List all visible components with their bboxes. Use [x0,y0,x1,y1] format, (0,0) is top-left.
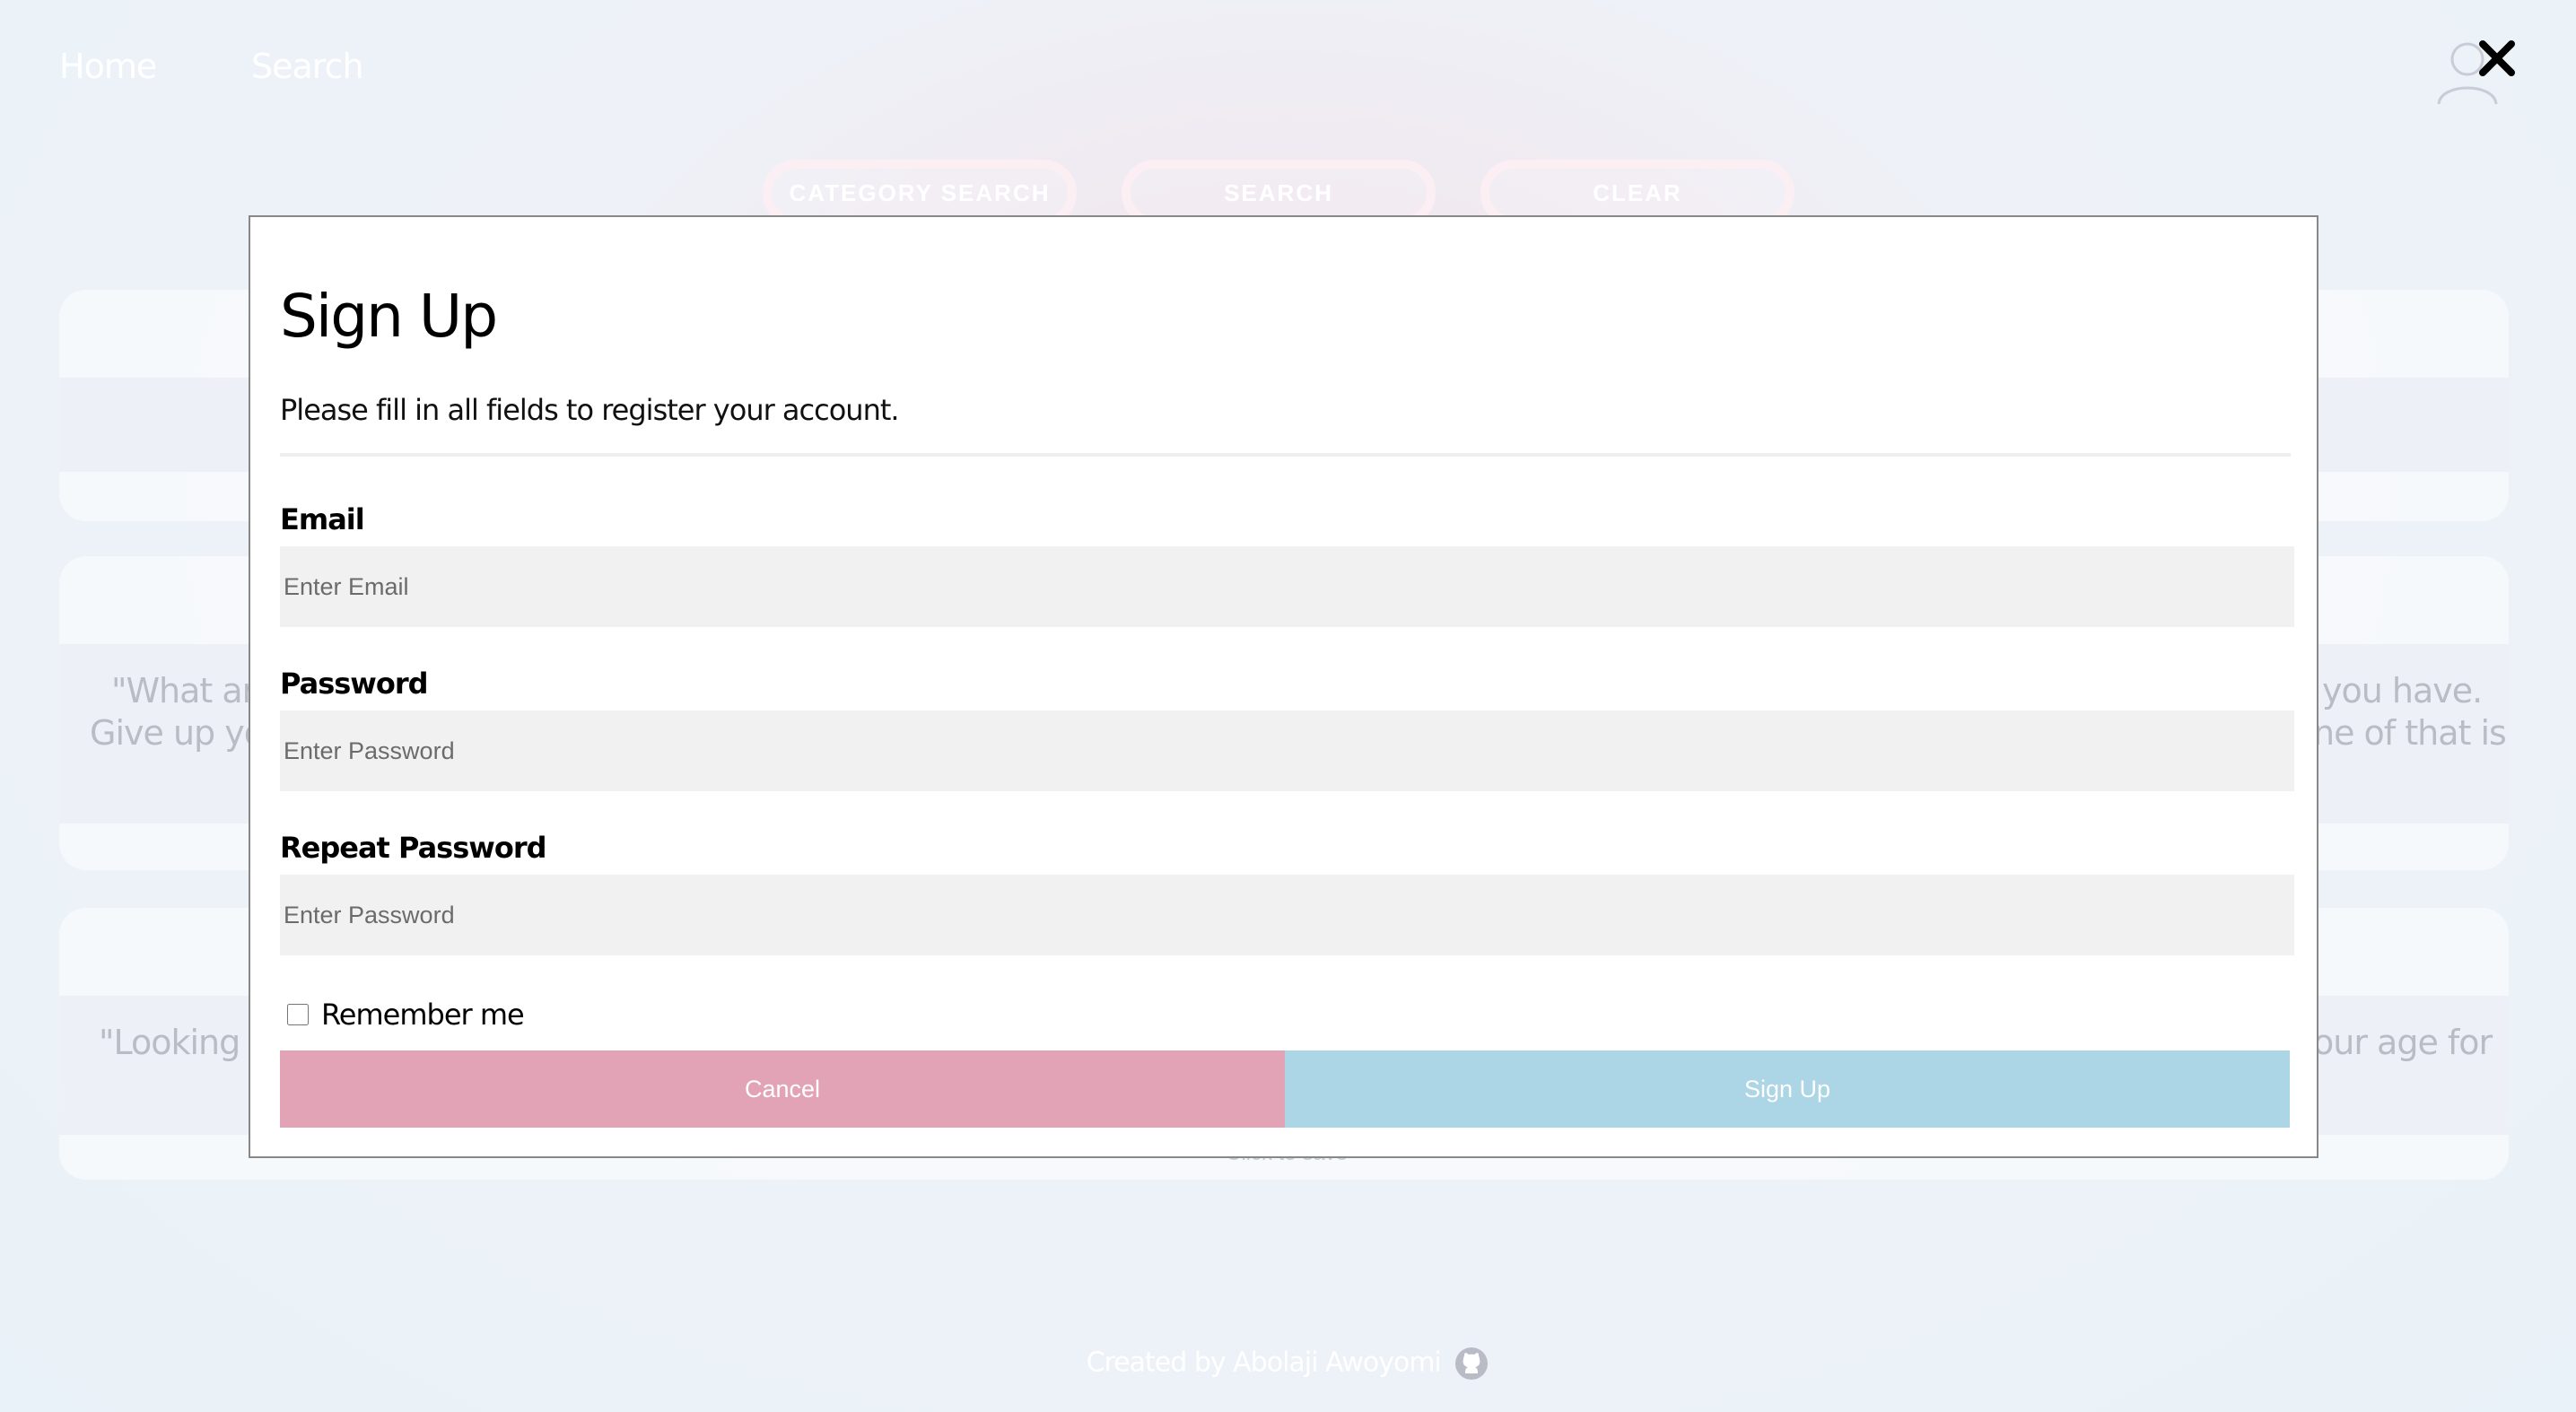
github-icon[interactable] [1454,1346,1489,1381]
repeat-password-field[interactable] [280,875,2294,955]
divider [280,453,2291,457]
top-nav: Home Search [0,0,2576,135]
footer: Created by Abolaji Awoyomi [0,1346,2576,1381]
cancel-button[interactable]: Cancel [280,1050,1285,1128]
password-label: Password [280,667,429,701]
footer-credit: Created by Abolaji Awoyomi [1086,1347,1442,1379]
repeat-password-label: Repeat Password [280,831,546,865]
signup-modal: Sign Up Please fill in all fields to reg… [249,215,2318,1158]
nav-search-link[interactable]: Search [251,47,364,86]
remember-me-label: Remember me [321,998,525,1032]
password-field[interactable] [280,710,2294,791]
remember-me-checkbox[interactable] [287,1004,309,1025]
quote-text: "Looking b [99,1023,271,1062]
quote-text: ne of that is [2313,713,2507,753]
remember-me: Remember me [287,998,525,1032]
quote-text: our age for [2313,1023,2493,1062]
modal-title: Sign Up [280,282,498,351]
nav-home-link[interactable]: Home [59,47,157,86]
quote-text: you have. [2322,671,2483,710]
email-label: Email [280,502,365,536]
modal-subtitle: Please fill in all fields to register yo… [280,393,900,427]
signup-button[interactable]: Sign Up [1285,1050,2290,1128]
email-field[interactable] [280,546,2294,627]
close-icon[interactable] [2476,38,2518,79]
